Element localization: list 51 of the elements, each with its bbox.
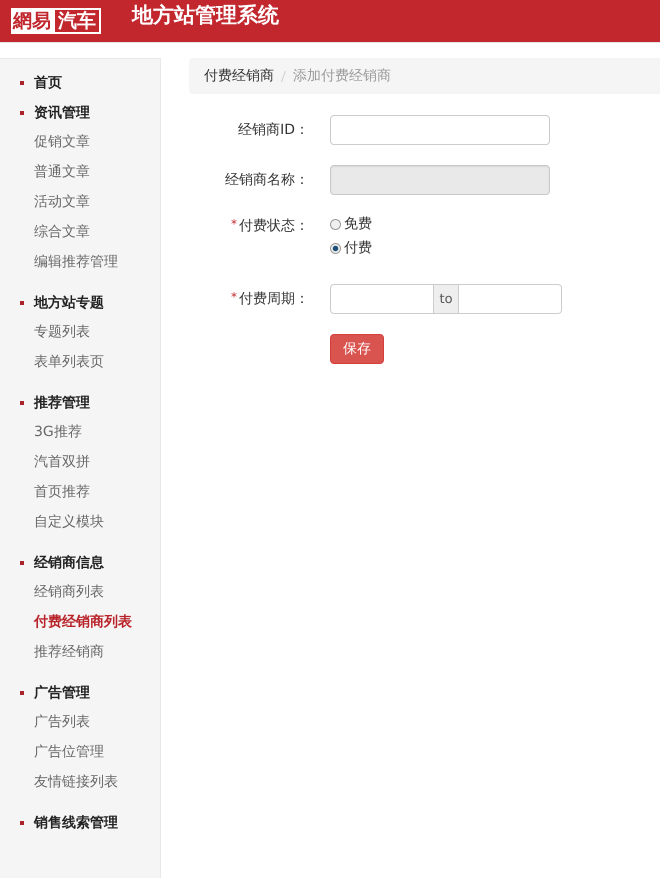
sidebar-item[interactable]: 汽首双拼 <box>20 447 90 477</box>
sidebar-item[interactable]: 表单列表页 <box>20 347 104 377</box>
current-page-label: 添加付费经销商 <box>293 67 391 85</box>
sidebar-item[interactable]: 推荐经销商 <box>20 637 104 667</box>
required-mark: * <box>231 290 237 306</box>
sidebar-item[interactable]: 广告列表 <box>20 707 90 737</box>
radio-label: 免费 <box>344 215 372 233</box>
sidebar-item[interactable]: 首页推荐 <box>20 477 90 507</box>
sidebar-heading[interactable]: 广告管理 <box>34 684 90 702</box>
sidebar-item[interactable]: 3G推荐 <box>20 417 82 447</box>
field-label: 经销商名称： <box>225 171 309 189</box>
sidebar-heading[interactable]: 首页 <box>34 74 62 92</box>
app-title: 地方站管理系统 <box>132 1 279 29</box>
range-separator: to <box>433 284 459 314</box>
input-field[interactable] <box>330 115 550 145</box>
sidebar-heading[interactable]: 推荐管理 <box>34 394 90 412</box>
sidebar-item[interactable]: 友情链接列表 <box>20 767 118 797</box>
bullet-icon <box>20 111 24 115</box>
sidebar-heading[interactable]: 资讯管理 <box>34 104 90 122</box>
sidebar-heading[interactable]: 经销商信息 <box>34 554 104 572</box>
sidebar-heading[interactable]: 销售线索管理 <box>34 814 118 832</box>
separator-icon <box>281 70 286 82</box>
start-date-field[interactable] <box>330 284 433 314</box>
field-label: 经销商ID： <box>238 121 309 139</box>
bullet-icon <box>20 821 24 825</box>
sidebar-item[interactable]: 付费经销商列表 <box>20 607 132 637</box>
bullet-icon <box>20 691 24 695</box>
end-date-field[interactable] <box>459 284 562 314</box>
sidebar-item[interactable]: 经销商列表 <box>20 577 104 607</box>
sidebar-item[interactable]: 编辑推荐管理 <box>20 247 118 277</box>
sidebar-item[interactable]: 活动文章 <box>20 187 90 217</box>
sidebar-item[interactable]: 促销文章 <box>20 127 90 157</box>
sidebar-item[interactable]: 专题列表 <box>20 317 90 347</box>
sidebar-item[interactable]: 综合文章 <box>20 217 90 247</box>
required-mark: * <box>231 217 237 233</box>
radio-button[interactable] <box>330 242 341 254</box>
field-label: 付费周期： <box>239 290 309 308</box>
sidebar-heading[interactable]: 地方站专题 <box>34 294 104 312</box>
bullet-icon <box>20 81 24 85</box>
sidebar-item[interactable]: 自定义模块 <box>20 507 104 537</box>
radio-button[interactable] <box>330 218 341 230</box>
sidebar-item[interactable]: 广告位管理 <box>20 737 104 767</box>
bullet-icon <box>20 301 24 305</box>
save-button[interactable]: 保存 <box>330 334 384 364</box>
bullet-icon <box>20 561 24 565</box>
bullet-icon <box>20 401 24 405</box>
radio-label: 付费 <box>344 239 372 257</box>
logo: 網易 汽车 <box>11 8 101 34</box>
breadcrumb-link[interactable]: 付费经销商 <box>204 67 274 85</box>
field-label: 付费状态： <box>239 217 309 235</box>
sidebar-item[interactable]: 普通文章 <box>20 157 90 187</box>
